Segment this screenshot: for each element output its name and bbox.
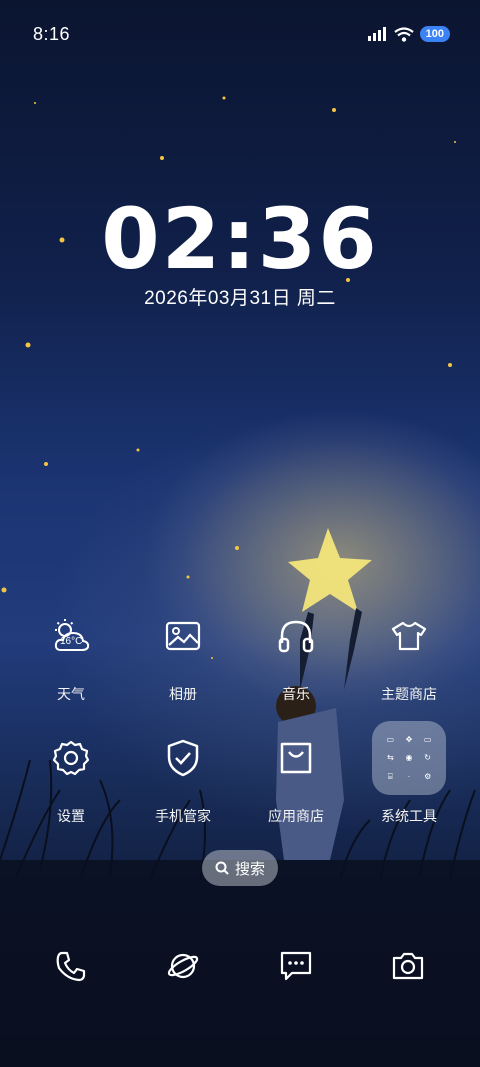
weather-temp: 16°C: [60, 636, 83, 647]
phone-icon: [56, 951, 86, 982]
browser-planet-icon: [167, 953, 199, 979]
app-label: 应用商店: [268, 808, 324, 824]
shopping-bag-icon: [264, 726, 328, 790]
wallpaper-image: [0, 96, 480, 1067]
dock-camera[interactable]: [386, 944, 430, 988]
message-icon: [280, 951, 312, 981]
app-app-store[interactable]: 应用商店: [246, 726, 346, 826]
dock-messages[interactable]: [274, 944, 318, 988]
status-bar: 8:16 100: [0, 18, 480, 50]
app-weather[interactable]: 天气: [21, 604, 121, 704]
battery-indicator: 100: [419, 26, 450, 42]
search-button[interactable]: 搜索: [202, 850, 278, 886]
app-gallery[interactable]: 相册: [133, 604, 233, 704]
app-phone-manager[interactable]: 手机管家: [133, 726, 233, 826]
dock-browser[interactable]: [161, 944, 205, 988]
clock-date[interactable]: 2026年03月31日 周二: [0, 283, 480, 310]
dock-phone[interactable]: [49, 944, 93, 988]
app-label: 手机管家: [155, 808, 211, 824]
app-label: 音乐: [282, 686, 310, 702]
app-label: 系统工具: [381, 808, 437, 824]
search-icon: [215, 861, 229, 875]
app-label: 天气: [57, 686, 85, 702]
app-music[interactable]: 音乐: [246, 604, 346, 704]
headphones-icon: [264, 604, 328, 668]
tshirt-icon: [377, 604, 441, 668]
status-icons: 100: [367, 26, 450, 42]
gear-icon: [39, 726, 103, 790]
search-label: 搜索: [234, 860, 265, 878]
status-time: 8:16: [33, 23, 71, 44]
app-label: 相册: [169, 686, 197, 702]
clock-time[interactable]: 02:36: [0, 190, 480, 288]
app-theme-store[interactable]: 主题商店: [359, 604, 459, 704]
signal-icon: [367, 27, 386, 41]
app-system-tools-folder[interactable]: ▭ ✥ ▭ ⇆ ◉ ↻ ⌸ · ⚙ 系统工具: [359, 721, 459, 826]
folder-icon: ▭ ✥ ▭ ⇆ ◉ ↻ ⌸ · ⚙: [372, 721, 446, 795]
app-label: 主题商店: [381, 686, 437, 702]
app-settings[interactable]: 设置: [21, 726, 121, 826]
app-label: 设置: [57, 808, 85, 824]
gallery-icon: [151, 604, 215, 668]
shield-check-icon: [151, 726, 215, 790]
wifi-icon: [393, 26, 414, 42]
camera-icon: [392, 952, 424, 980]
